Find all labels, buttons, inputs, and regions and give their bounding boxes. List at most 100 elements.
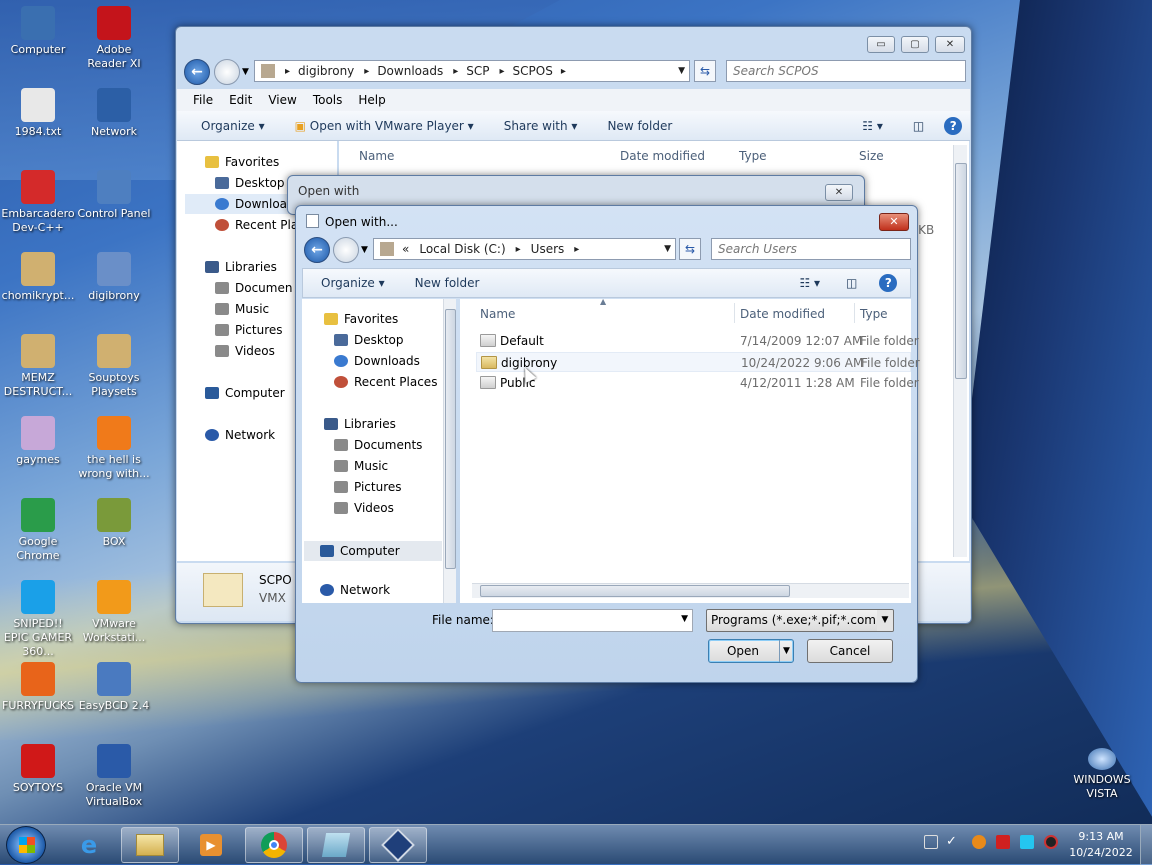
address-dropdown-icon[interactable]: ▼ (664, 244, 671, 254)
nav-desktop[interactable]: Desktop (215, 176, 285, 190)
search-input[interactable]: Search SCPOS (726, 60, 966, 82)
column-header-date[interactable]: Date modified (620, 149, 705, 163)
start-button[interactable] (6, 826, 46, 864)
show-hidden-icons-icon[interactable] (924, 835, 938, 849)
breadcrumb-item[interactable]: ▸ SCPOS ▸ (499, 64, 565, 78)
desktop-icon-item[interactable]: the hell is wrong with... (76, 416, 152, 481)
dialog-recent-dropdown-icon[interactable]: ▼ (361, 245, 368, 255)
breadcrumb-item[interactable]: ▸ SCP (453, 64, 489, 78)
view-options-icon[interactable]: ☷ ▾ (862, 119, 883, 133)
taskbar-chrome[interactable] (245, 827, 303, 863)
minimize-button[interactable]: ▭ (867, 36, 895, 53)
help-icon[interactable]: ? (944, 116, 963, 135)
desktop-icon-item[interactable]: Embarcadero Dev-C++ (0, 170, 76, 235)
file-row[interactable]: Public 4/12/2011 1:28 AM File folder (476, 373, 919, 393)
menu-help[interactable]: Help (358, 93, 385, 107)
dialog-forward-button[interactable] (333, 237, 359, 263)
menu-view[interactable]: View (268, 93, 296, 107)
desktop-icon-item[interactable]: chomikrypt... (0, 252, 76, 303)
nav-computer[interactable]: Computer (205, 386, 285, 400)
nav-videos[interactable]: Videos (215, 344, 275, 358)
file-row[interactable]: digibrony 10/24/2022 9:06 AM File folder (476, 352, 920, 372)
desktop-icon-item[interactable]: SNIPED!! EPIC GAMER 360... (0, 580, 76, 659)
desktop-icon-item[interactable]: EasyBCD 2.4 (76, 662, 152, 713)
desktop-icon-item[interactable]: Control Panel (76, 170, 152, 221)
column-header-size[interactable]: Size (859, 149, 884, 163)
back-button[interactable]: ← (184, 59, 210, 85)
taskbar-virtualbox[interactable] (369, 827, 427, 863)
nav-music[interactable]: Music (334, 459, 388, 473)
desktop-icon-item[interactable]: BOX (76, 498, 152, 549)
taskbar-file-explorer[interactable] (121, 827, 179, 863)
file-type-filter-select[interactable]: Programs (*.exe;*.pif;*.com;*.ba ▼ (706, 609, 894, 632)
open-button[interactable]: Open ▼ (708, 639, 794, 663)
open-dropdown-icon[interactable]: ▼ (779, 640, 793, 662)
dialog-back-button[interactable]: ← (304, 237, 330, 263)
column-header-date[interactable]: Date modified (740, 307, 825, 321)
nav-pictures[interactable]: Pictures (215, 323, 283, 337)
desktop-icon-item[interactable]: Network (76, 88, 152, 139)
speaker-tray-icon[interactable] (1044, 835, 1058, 849)
desktop-icon-item[interactable]: gaymes (0, 416, 76, 467)
dialog-refresh-icon[interactable]: ⇆ (679, 238, 701, 260)
desktop-icon-item[interactable]: Computer (0, 6, 76, 57)
forward-button[interactable] (214, 59, 240, 85)
action-center-flag-icon[interactable] (996, 835, 1010, 849)
desktop-icon-item[interactable]: Souptoys Playsets (76, 334, 152, 399)
vertical-scrollbar[interactable] (953, 145, 967, 557)
scrollbar-thumb[interactable] (480, 585, 790, 597)
file-name-input[interactable]: ▼ (492, 609, 693, 632)
dialog-preview-pane-icon[interactable]: ◫ (846, 276, 857, 290)
dialog-view-options-icon[interactable]: ☷ ▾ (799, 276, 820, 290)
taskbar-notepad[interactable] (307, 827, 365, 863)
desktop-icon-windows-vista[interactable]: WINDOWS VISTA (1064, 748, 1140, 801)
show-desktop-button[interactable] (1140, 825, 1152, 865)
desktop-icon-item[interactable]: digibrony (76, 252, 152, 303)
desktop-icon-item[interactable]: SOYTOYS (0, 744, 76, 795)
column-header-type[interactable]: Type (860, 307, 888, 321)
dialog-address-bar[interactable]: « Local Disk (C:) ▸ Users ▸ ▼ (373, 238, 676, 260)
clock[interactable]: 9:13 AM 10/24/2022 (1068, 829, 1134, 861)
column-header-name[interactable]: Name (480, 307, 515, 321)
organize-button[interactable]: Organize ▾ (201, 119, 265, 133)
desktop-icon-item[interactable]: MEMZ DESTRUCT... (0, 334, 76, 399)
close-button[interactable]: ✕ (935, 36, 965, 53)
dialog-help-icon[interactable]: ? (879, 274, 898, 292)
nav-network[interactable]: Network (205, 428, 275, 442)
taskbar-internet-explorer[interactable]: e (60, 827, 118, 863)
maximize-button[interactable]: ▢ (901, 36, 929, 53)
dialog-search-input[interactable]: Search Users (711, 238, 911, 260)
nav-recent-places[interactable]: Recent Pla (215, 218, 298, 232)
taskbar-media-player[interactable]: ▶ (182, 827, 240, 863)
desktop-icon-item[interactable]: Adobe Reader XI (76, 6, 152, 71)
nav-documents[interactable]: Documents (334, 438, 422, 452)
nav-desktop[interactable]: Desktop (334, 333, 404, 347)
recent-pages-dropdown-icon[interactable]: ▼ (242, 67, 249, 77)
desktop-icon-item[interactable]: Oracle VM VirtualBox (76, 744, 152, 809)
address-dropdown-icon[interactable]: ▼ (678, 66, 685, 76)
new-folder-button[interactable]: New folder (607, 119, 672, 133)
breadcrumb-item[interactable]: ▸ digibrony (285, 64, 354, 78)
nav-recent-places[interactable]: Recent Places (334, 375, 437, 389)
nav-favorites[interactable]: Favorites (324, 312, 398, 326)
display-tray-icon[interactable] (1020, 835, 1034, 849)
share-with-button[interactable]: Share with ▾ (504, 119, 578, 133)
nav-libraries[interactable]: Libraries (205, 260, 277, 274)
desktop-icon-item[interactable]: FURRYFUCKS (0, 662, 76, 713)
nav-downloads[interactable]: Downloads (334, 354, 420, 368)
breadcrumb-overflow[interactable]: « (402, 242, 409, 256)
dialog-organize-button[interactable]: Organize ▾ (321, 276, 385, 290)
dialog-close-button[interactable]: ✕ (879, 213, 909, 231)
menu-tools[interactable]: Tools (313, 93, 343, 107)
nav-libraries[interactable]: Libraries (324, 417, 396, 431)
breadcrumb-item[interactable]: Local Disk (C:) ▸ (419, 242, 520, 256)
nav-network[interactable]: Network (320, 583, 390, 597)
nav-computer[interactable]: Computer (304, 541, 442, 561)
menu-file[interactable]: File (193, 93, 213, 107)
nav-scrollbar[interactable] (443, 299, 456, 603)
desktop-icon-item[interactable]: 1984.txt (0, 88, 76, 139)
breadcrumb-item[interactable]: ▸ Downloads (364, 64, 443, 78)
nav-music[interactable]: Music (215, 302, 269, 316)
column-header-name[interactable]: Name (359, 149, 394, 163)
nav-documents[interactable]: Documen (215, 281, 292, 295)
